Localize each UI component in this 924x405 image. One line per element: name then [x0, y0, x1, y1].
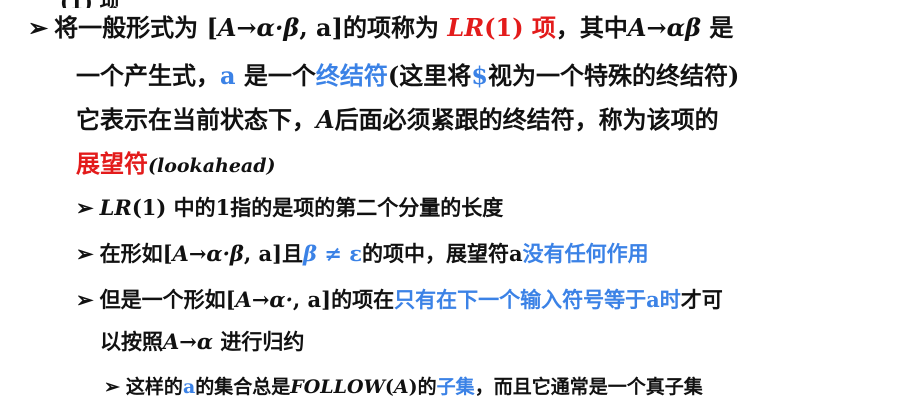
- arrow-bullet-icon: ➢: [76, 195, 94, 220]
- bullet3: ➢ 在形如[A→α·β, a]且β ≠ ε的项中，展望符a没有任何作用: [76, 238, 649, 268]
- text: ，其中: [555, 13, 628, 42]
- text: 以按照: [100, 329, 163, 354]
- text: 视为一个特殊的终结符): [487, 61, 740, 90]
- text: )的: [408, 376, 437, 398]
- text: 但是一个形如[: [99, 287, 236, 312]
- arrow-bullet-icon: ➢: [76, 287, 94, 312]
- text: 的项中，展望符a: [361, 241, 523, 266]
- text: (1) 中的1指的是项的第二个分量的长度: [131, 195, 504, 220]
- dollar-symbol: $: [471, 61, 488, 90]
- arrow-bullet-icon: ➢: [104, 376, 120, 398]
- text: 是: [701, 13, 734, 42]
- text: 一个产生式，: [76, 61, 220, 90]
- follow-function: FOLLOW: [290, 376, 385, 398]
- math-item: A→α·β: [217, 13, 300, 42]
- arrow-bullet-icon: ➢: [76, 241, 94, 266]
- bullet1-line2: 一个产生式，a 是一个终结符(这里将$视为一个特殊的终结符): [76, 56, 739, 91]
- text: , a]的项在: [292, 287, 395, 312]
- bullet2: ➢ LR(1) 中的1指的是项的第二个分量的长度: [76, 192, 503, 222]
- text: (: [384, 376, 394, 398]
- bullet4-line2: 以按照A→α 进行归约: [100, 326, 304, 356]
- clipped-top-line: (1) 项: [0, 0, 924, 8]
- text: 后面必须紧跟的终结符，称为该项的: [334, 105, 719, 134]
- symbol-A: A: [316, 105, 335, 134]
- clipped-top-text: (1) 项: [60, 0, 120, 8]
- text: 才可: [680, 287, 723, 312]
- symbol-a: a: [220, 61, 236, 90]
- text: , a]且: [243, 241, 304, 266]
- terminal-term: 终结符: [315, 61, 388, 90]
- bullet4-line1: ➢ 但是一个形如[A→α·, a]的项在只有在下一个输入符号等于a时才可: [76, 284, 723, 314]
- math-item: A→α·: [235, 287, 293, 312]
- lr-term-suffix: (1) 项: [484, 13, 556, 42]
- lr-term: LR: [447, 13, 485, 42]
- not-epsilon: ≠ ε: [316, 241, 362, 266]
- text: 是一个: [235, 61, 316, 90]
- text: , a]的项称为: [299, 13, 448, 42]
- math-production: A→αβ: [627, 13, 702, 42]
- arrow-bullet-icon: ➢: [28, 13, 49, 42]
- text: (这里将: [387, 61, 472, 90]
- text: 的集合总是: [195, 376, 291, 398]
- condition-phrase: 只有在下一个输入符号等于a时: [394, 287, 681, 312]
- text: ，而且它通常是一个真子集: [474, 376, 703, 398]
- no-effect-phrase: 没有任何作用: [522, 241, 649, 266]
- bullet1-line4: 展望符(lookahead): [76, 144, 276, 179]
- bullet1-line3: 它表示在当前状态下，A后面必须紧跟的终结符，称为该项的: [76, 100, 719, 135]
- text: 将一般形式为 [: [54, 13, 218, 42]
- lookahead-english: (lookahead): [148, 155, 276, 177]
- beta-symbol: β: [303, 241, 317, 266]
- lr-label: LR: [99, 195, 132, 220]
- text: 进行归约: [213, 329, 305, 354]
- symbol-a: a: [182, 376, 196, 398]
- text: 在形如[: [99, 241, 173, 266]
- symbol-A: A: [393, 376, 409, 398]
- bullet5: ➢ 这样的a的集合总是FOLLOW(A)的子集，而且它通常是一个真子集: [104, 372, 703, 399]
- math-item: A→α·β: [172, 241, 244, 266]
- text: 这样的: [125, 376, 183, 398]
- math-production: A→α: [163, 329, 214, 354]
- bullet1-line1: ➢ 将一般形式为 [A→α·β, a]的项称为 LR(1) 项，其中A→αβ 是: [28, 8, 733, 43]
- text: 它表示在当前状态下，: [76, 105, 316, 134]
- lookahead-term: 展望符: [76, 149, 148, 178]
- subset-term: 子集: [436, 376, 475, 398]
